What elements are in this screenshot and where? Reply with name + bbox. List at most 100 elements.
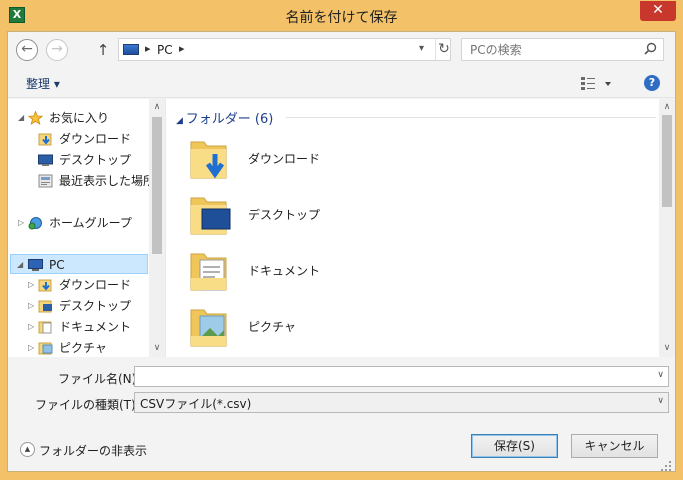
scroll-up-icon[interactable]: ∧ (149, 99, 165, 115)
nav-pc-downloads[interactable]: ▷ ダウンロード (28, 275, 148, 295)
documents-folder-icon (38, 321, 52, 334)
collapse-icon[interactable]: ◢ (17, 255, 23, 275)
title-bar[interactable]: X 名前を付けて保存 ✕ (0, 0, 683, 32)
expand-icon[interactable]: ▷ (28, 317, 34, 337)
star-icon (28, 111, 43, 125)
nav-item-label: ダウンロード (59, 132, 132, 146)
chevron-down-icon[interactable]: ∨ (657, 370, 664, 380)
filetype-select[interactable]: CSVファイル(*.csv) ∨ (134, 392, 669, 413)
filename-label: ファイル名(N): (58, 372, 141, 386)
filetype-value: CSVファイル(*.csv) (140, 397, 252, 411)
nav-item-label: ピクチャ (59, 341, 107, 355)
collapse-icon[interactable]: ◢ (18, 108, 24, 128)
nav-favorites-label: お気に入り (49, 111, 110, 125)
expand-icon[interactable]: ▷ (28, 338, 34, 358)
search-input[interactable] (462, 39, 632, 60)
filename-input[interactable] (135, 367, 668, 386)
folder-item-pictures[interactable]: ピクチャ (188, 302, 388, 352)
expand-icon[interactable]: ▷ (18, 213, 24, 233)
back-button[interactable]: ← (16, 39, 38, 61)
folder-item-documents[interactable]: ドキュメント (188, 246, 388, 296)
nav-favorites-downloads[interactable]: ダウンロード (28, 129, 148, 149)
nav-favorites-desktop[interactable]: デスクトップ (28, 150, 148, 170)
up-arrow-icon: ↑ (96, 41, 110, 59)
expand-icon[interactable]: ▷ (28, 296, 34, 316)
folder-name: ドキュメント (248, 264, 321, 278)
nav-homegroup[interactable]: ▷ ホームグループ (18, 213, 148, 233)
expand-icon[interactable]: ▷ (28, 275, 34, 295)
up-button[interactable]: ↑ (96, 41, 110, 59)
pc-icon (123, 44, 139, 55)
command-bar: 整理 ▾ ? (8, 68, 675, 98)
address-bar[interactable]: ▸ PC ▸ ▾ ↻ (118, 38, 451, 61)
hide-folders-label: フォルダーの非表示 (39, 444, 148, 458)
chevron-up-icon: ▲ (20, 442, 35, 457)
resize-grip-icon[interactable] (660, 460, 672, 472)
file-list-scrollbar[interactable]: ∧ ∨ (659, 99, 675, 357)
download-folder-icon (38, 133, 52, 146)
scroll-down-icon[interactable]: ∨ (659, 340, 675, 356)
navigation-pane[interactable]: ◢ お気に入り ダウンロード デスクトップ 最近表示した場所 ▷ ホームグループ… (8, 99, 165, 357)
homegroup-icon (28, 217, 42, 230)
scroll-up-icon[interactable]: ∧ (659, 99, 675, 115)
nav-pc-documents[interactable]: ▷ ドキュメント (28, 317, 148, 337)
nav-item-label: デスクトップ (59, 153, 132, 167)
nav-pc[interactable]: ◢ PC (10, 254, 148, 274)
change-view-button[interactable] (580, 76, 614, 92)
desktop-icon (38, 154, 53, 166)
nav-favorites-recent-places[interactable]: 最近表示した場所 (28, 171, 155, 191)
group-divider (286, 117, 656, 118)
folders-group-header[interactable]: ◢ フォルダー (6) (176, 108, 273, 127)
close-button[interactable]: ✕ (640, 1, 676, 21)
nav-pane-scrollbar[interactable]: ∧ ∨ (149, 99, 165, 357)
file-list-scroll-thumb[interactable] (662, 115, 672, 207)
filename-combobox[interactable]: ∨ (134, 366, 669, 387)
folder-item-downloads[interactable]: ダウンロード (188, 134, 388, 184)
nav-pc-desktop[interactable]: ▷ デスクトップ (28, 296, 148, 316)
organize-menu[interactable]: 整理 ▾ (26, 75, 60, 92)
view-options-icon (581, 77, 611, 90)
nav-scroll-thumb[interactable] (152, 117, 162, 254)
forward-button[interactable]: → (46, 39, 68, 61)
pictures-folder-icon (38, 342, 53, 355)
breadcrumb-pc[interactable]: PC (157, 43, 173, 57)
breadcrumb-chevron-icon[interactable]: ▸ (179, 42, 185, 55)
search-icon[interactable] (644, 42, 657, 55)
nav-item-label: デスクトップ (59, 299, 132, 313)
nav-item-label: ドキュメント (59, 320, 132, 334)
desktop-folder-icon (38, 300, 52, 313)
refresh-icon: ↻ (438, 41, 450, 57)
group-header-label: フォルダー (6) (185, 112, 274, 127)
desktop-folder-icon (190, 197, 231, 235)
back-arrow-icon: ← (21, 41, 33, 57)
nav-homegroup-label: ホームグループ (49, 216, 132, 230)
address-dropdown-icon[interactable]: ▾ (419, 43, 424, 54)
file-list-pane[interactable]: ◢ フォルダー (6) ダウンロード デスクトップ ドキュメント ピクチャ ∧ … (165, 99, 675, 357)
dialog-title: 名前を付けて保存 (285, 10, 398, 26)
search-box[interactable] (461, 38, 664, 61)
recent-places-icon (38, 174, 53, 188)
nav-item-label: ダウンロード (59, 278, 132, 292)
nav-favorites[interactable]: ◢ お気に入り (18, 108, 148, 128)
download-folder-icon (190, 141, 227, 179)
download-folder-icon (38, 279, 52, 292)
folder-item-desktop[interactable]: デスクトップ (188, 190, 388, 240)
scroll-down-icon[interactable]: ∨ (149, 340, 165, 356)
nav-item-label: 最近表示した場所 (59, 174, 156, 188)
filetype-label: ファイルの種類(T): (35, 398, 140, 412)
nav-pc-pictures[interactable]: ▷ ピクチャ (28, 338, 148, 358)
pictures-folder-icon (190, 309, 227, 347)
save-button[interactable]: 保存(S) (471, 434, 558, 458)
save-as-dialog: X 名前を付けて保存 ✕ ← → ↑ ▸ PC ▸ ▾ ↻ 整理 ▾ (0, 0, 683, 480)
cancel-button[interactable]: キャンセル (571, 434, 658, 458)
dialog-client-area: ← → ↑ ▸ PC ▸ ▾ ↻ 整理 ▾ (7, 31, 676, 472)
folder-name: デスクトップ (248, 208, 321, 222)
nav-pc-label: PC (49, 258, 65, 272)
collapse-icon: ◢ (176, 116, 186, 126)
chevron-down-icon[interactable]: ∨ (657, 396, 664, 406)
help-icon[interactable]: ? (644, 75, 660, 91)
documents-folder-icon (190, 253, 227, 291)
breadcrumb-chevron-icon[interactable]: ▸ (145, 42, 151, 55)
refresh-button[interactable]: ↻ (435, 39, 452, 60)
folder-name: ピクチャ (248, 320, 296, 334)
